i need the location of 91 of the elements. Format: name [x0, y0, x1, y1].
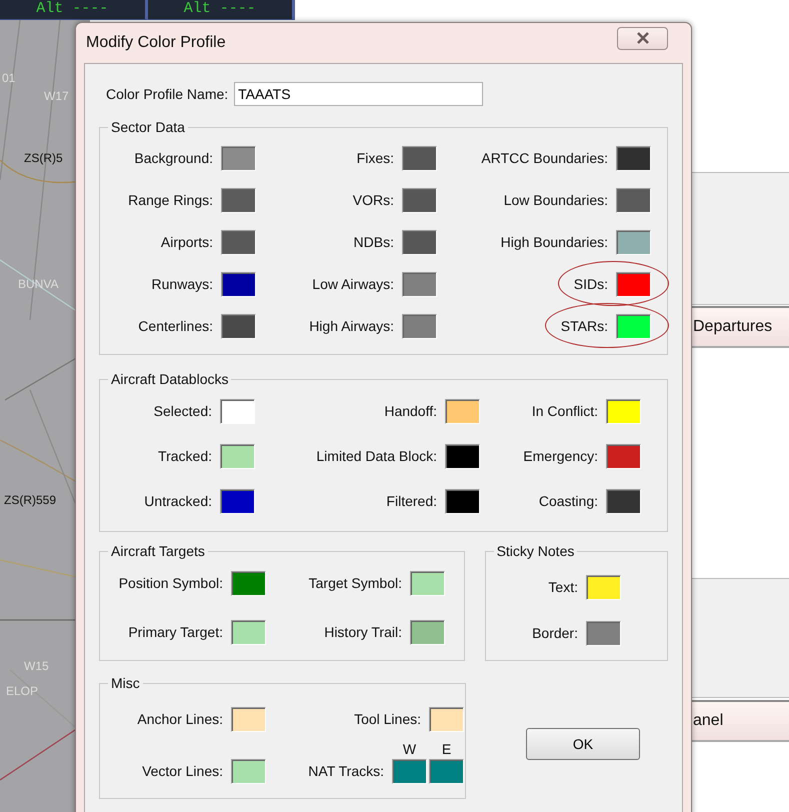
color-label: Limited Data Block: [316, 447, 437, 466]
map-label: ELOP [6, 684, 38, 698]
ok-button[interactable]: OK [526, 728, 640, 760]
map-label: BUNVA [18, 277, 58, 291]
color-label: VORs: [352, 190, 394, 210]
color-label: Text: [548, 578, 578, 596]
color-swatch[interactable] [402, 230, 437, 254]
close-button[interactable] [617, 26, 668, 50]
color-label: Background: [134, 148, 213, 168]
color-swatch[interactable] [221, 272, 256, 296]
color-label: Filtered: [386, 492, 437, 511]
color-label: Selected: [154, 402, 212, 421]
color-swatch[interactable] [586, 574, 621, 600]
color-swatch[interactable] [231, 571, 266, 596]
map-label: ZS(R)559 [4, 493, 56, 507]
color-swatch[interactable] [402, 188, 437, 212]
color-label: High Boundaries: [500, 232, 608, 252]
color-label: ARTCC Boundaries: [481, 148, 608, 168]
group-title: Sticky Notes [494, 543, 578, 559]
color-label: Fixes: [356, 148, 394, 168]
color-swatch[interactable] [221, 188, 256, 212]
swatch-caption: W [402, 740, 418, 758]
color-label: Primary Target: [128, 623, 223, 642]
color-label: High Airways: [309, 316, 394, 336]
color-swatch[interactable] [221, 314, 256, 338]
color-swatch[interactable] [220, 399, 255, 424]
window-title: Modify Color Profile [85, 33, 226, 53]
color-swatch[interactable] [402, 146, 437, 170]
color-label: History Trail: [324, 623, 402, 642]
color-label: Border: [532, 624, 578, 642]
color-label: Airports: [160, 232, 213, 252]
color-label: Centerlines: [138, 316, 213, 336]
color-label: Tool Lines: [354, 710, 421, 728]
color-label: Position Symbol: [118, 574, 223, 593]
group-title: Sector Data [108, 119, 188, 135]
color-swatch[interactable] [231, 706, 266, 732]
color-swatch[interactable] [616, 188, 651, 212]
color-swatch[interactable] [445, 489, 480, 514]
color-swatch[interactable] [220, 489, 255, 514]
color-label: STARs: [560, 316, 608, 336]
color-swatch[interactable] [429, 706, 464, 732]
color-swatch[interactable] [616, 314, 651, 338]
profile-name-field[interactable]: TAAATS [234, 82, 484, 106]
color-label: Low Airways: [312, 274, 394, 294]
color-swatch[interactable] [616, 146, 651, 170]
color-label: SIDs: [574, 274, 608, 294]
color-swatch[interactable] [606, 489, 641, 514]
color-label: Untracked: [144, 492, 212, 511]
color-label: Coasting: [538, 492, 598, 511]
color-swatch[interactable] [221, 230, 256, 254]
color-swatch[interactable] [392, 758, 427, 784]
color-label: Runways: [152, 274, 213, 294]
color-label: Handoff: [384, 402, 437, 421]
map-label: ZS(R)5 [24, 151, 63, 165]
color-label: In Conflict: [532, 402, 598, 421]
color-label: Low Boundaries: [504, 190, 608, 210]
map-label: 01 [2, 71, 16, 85]
color-swatch[interactable] [429, 758, 464, 784]
color-swatch[interactable] [616, 230, 651, 254]
color-label: NAT Tracks: [308, 762, 384, 780]
color-swatch[interactable] [410, 571, 445, 596]
field-label: Color Profile Name: [106, 84, 228, 104]
color-swatch[interactable] [445, 444, 480, 469]
color-label: NDBs: [354, 232, 394, 252]
color-label: Target Symbol: [308, 574, 402, 593]
color-swatch[interactable] [586, 620, 621, 646]
group-title: Aircraft Targets [108, 543, 208, 559]
group-title: Misc [108, 675, 143, 691]
color-swatch[interactable] [606, 399, 641, 424]
group-title: Aircraft Datablocks [108, 371, 232, 387]
color-swatch[interactable] [410, 620, 445, 645]
color-swatch[interactable] [402, 272, 437, 296]
close-icon [636, 32, 650, 44]
map-label: W17 [44, 89, 69, 103]
map-label: W15 [24, 659, 49, 673]
color-swatch[interactable] [220, 444, 255, 469]
color-swatch[interactable] [402, 314, 437, 338]
color-swatch[interactable] [445, 399, 480, 424]
color-label: Range Rings: [128, 190, 213, 210]
color-label: Anchor Lines: [137, 710, 223, 728]
color-label: Tracked: [158, 447, 212, 466]
altitude-readout: Alt ---- [0, 0, 148, 20]
color-swatch[interactable] [616, 272, 651, 296]
altitude-readout: Alt ---- [148, 0, 295, 20]
color-label: Emergency: [523, 447, 598, 466]
color-swatch[interactable] [221, 146, 256, 170]
color-swatch[interactable] [231, 620, 266, 645]
color-swatch[interactable] [231, 758, 266, 784]
swatch-caption: E [440, 740, 452, 758]
color-label: Vector Lines: [142, 762, 223, 780]
color-swatch[interactable] [606, 444, 641, 469]
